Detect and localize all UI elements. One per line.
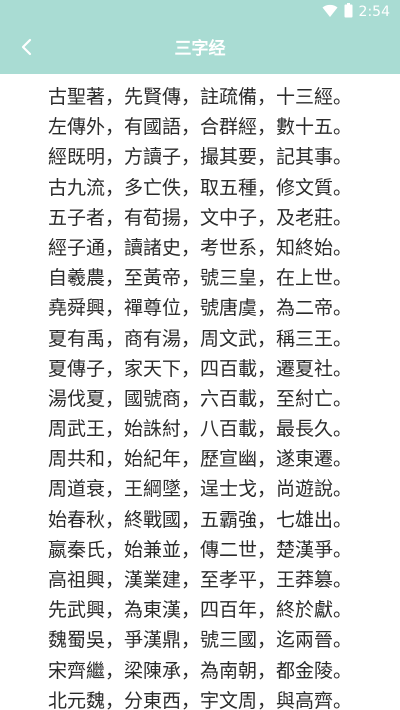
verse-line: 五子者，有荀揚，文中子，及老莊。 xyxy=(47,206,352,229)
verse-line: 湯伐夏，國號商，六百載，至紂亡。 xyxy=(47,387,352,410)
page-title: 三字经 xyxy=(174,39,226,59)
chevron-left-icon xyxy=(20,38,34,60)
status-icons: 2:54 xyxy=(322,2,390,22)
verse-line: 左傳外，有國語，合群經，數十五。 xyxy=(47,116,352,139)
verse-line: 夏傳子，家天下，四百載，遷夏社。 xyxy=(47,357,352,380)
status-time: 2:54 xyxy=(358,4,390,20)
verse-line: 始春秋，終戰國，五霸強，七雄出。 xyxy=(47,508,352,531)
verse-list: 古聖著，先賢傳，註疏備，十三經。 左傳外，有國語，合群經，數十五。 經既明，方讀子，… xyxy=(0,74,400,710)
verse-line: 經既明，方讀子，撮其要，記其事。 xyxy=(47,146,352,169)
verse-line: 夏有禹，商有湯，周文武，稱三王。 xyxy=(47,327,352,350)
verse-line: 自羲農，至黃帝，號三皇，在上世。 xyxy=(47,267,352,290)
wifi-icon xyxy=(322,3,338,22)
verse-line: 周武王，始誅紂，八百載，最長久。 xyxy=(47,418,352,441)
verse-scroll-area[interactable]: 古聖著，先賢傳，註疏備，十三經。 左傳外，有國語，合群經，數十五。 經既明，方讀子，… xyxy=(0,74,400,710)
verse-line: 先武興，為東漢，四百年，終於獻。 xyxy=(47,599,352,622)
verse-line: 古九流，多亡佚，取五種，修文質。 xyxy=(47,176,352,199)
verse-line: 周共和，始紀年，歷宣幽，遂東遷。 xyxy=(47,448,352,471)
verse-line: 嬴秦氏，始兼並，傳二世，楚漢爭。 xyxy=(47,538,352,561)
battery-icon xyxy=(344,2,353,22)
status-bar: 2:54 xyxy=(0,0,400,24)
verse-line: 古聖著，先賢傳，註疏備，十三經。 xyxy=(47,86,352,108)
verse-line: 堯舜興，禪尊位，號唐虞，為二帝。 xyxy=(47,297,352,320)
verse-line: 高祖興，漢業建，至孝平，王莽篡。 xyxy=(47,569,352,591)
back-button[interactable] xyxy=(8,30,46,68)
verse-line: 魏蜀吳，爭漢鼎，號三國，迄兩晉。 xyxy=(47,629,352,652)
verse-line: 北元魏，分東西，宇文周，與高齊。 xyxy=(47,689,352,710)
verse-line: 周道衰，王綱墜，逞士戈，尚遊說。 xyxy=(47,478,352,501)
app-bar: 三字经 xyxy=(0,24,400,74)
verse-line: 宋齊繼，梁陳承，為南朝，都金陵。 xyxy=(47,659,352,682)
verse-line: 經子通，讀諸史，考世系，知終始。 xyxy=(47,236,352,259)
